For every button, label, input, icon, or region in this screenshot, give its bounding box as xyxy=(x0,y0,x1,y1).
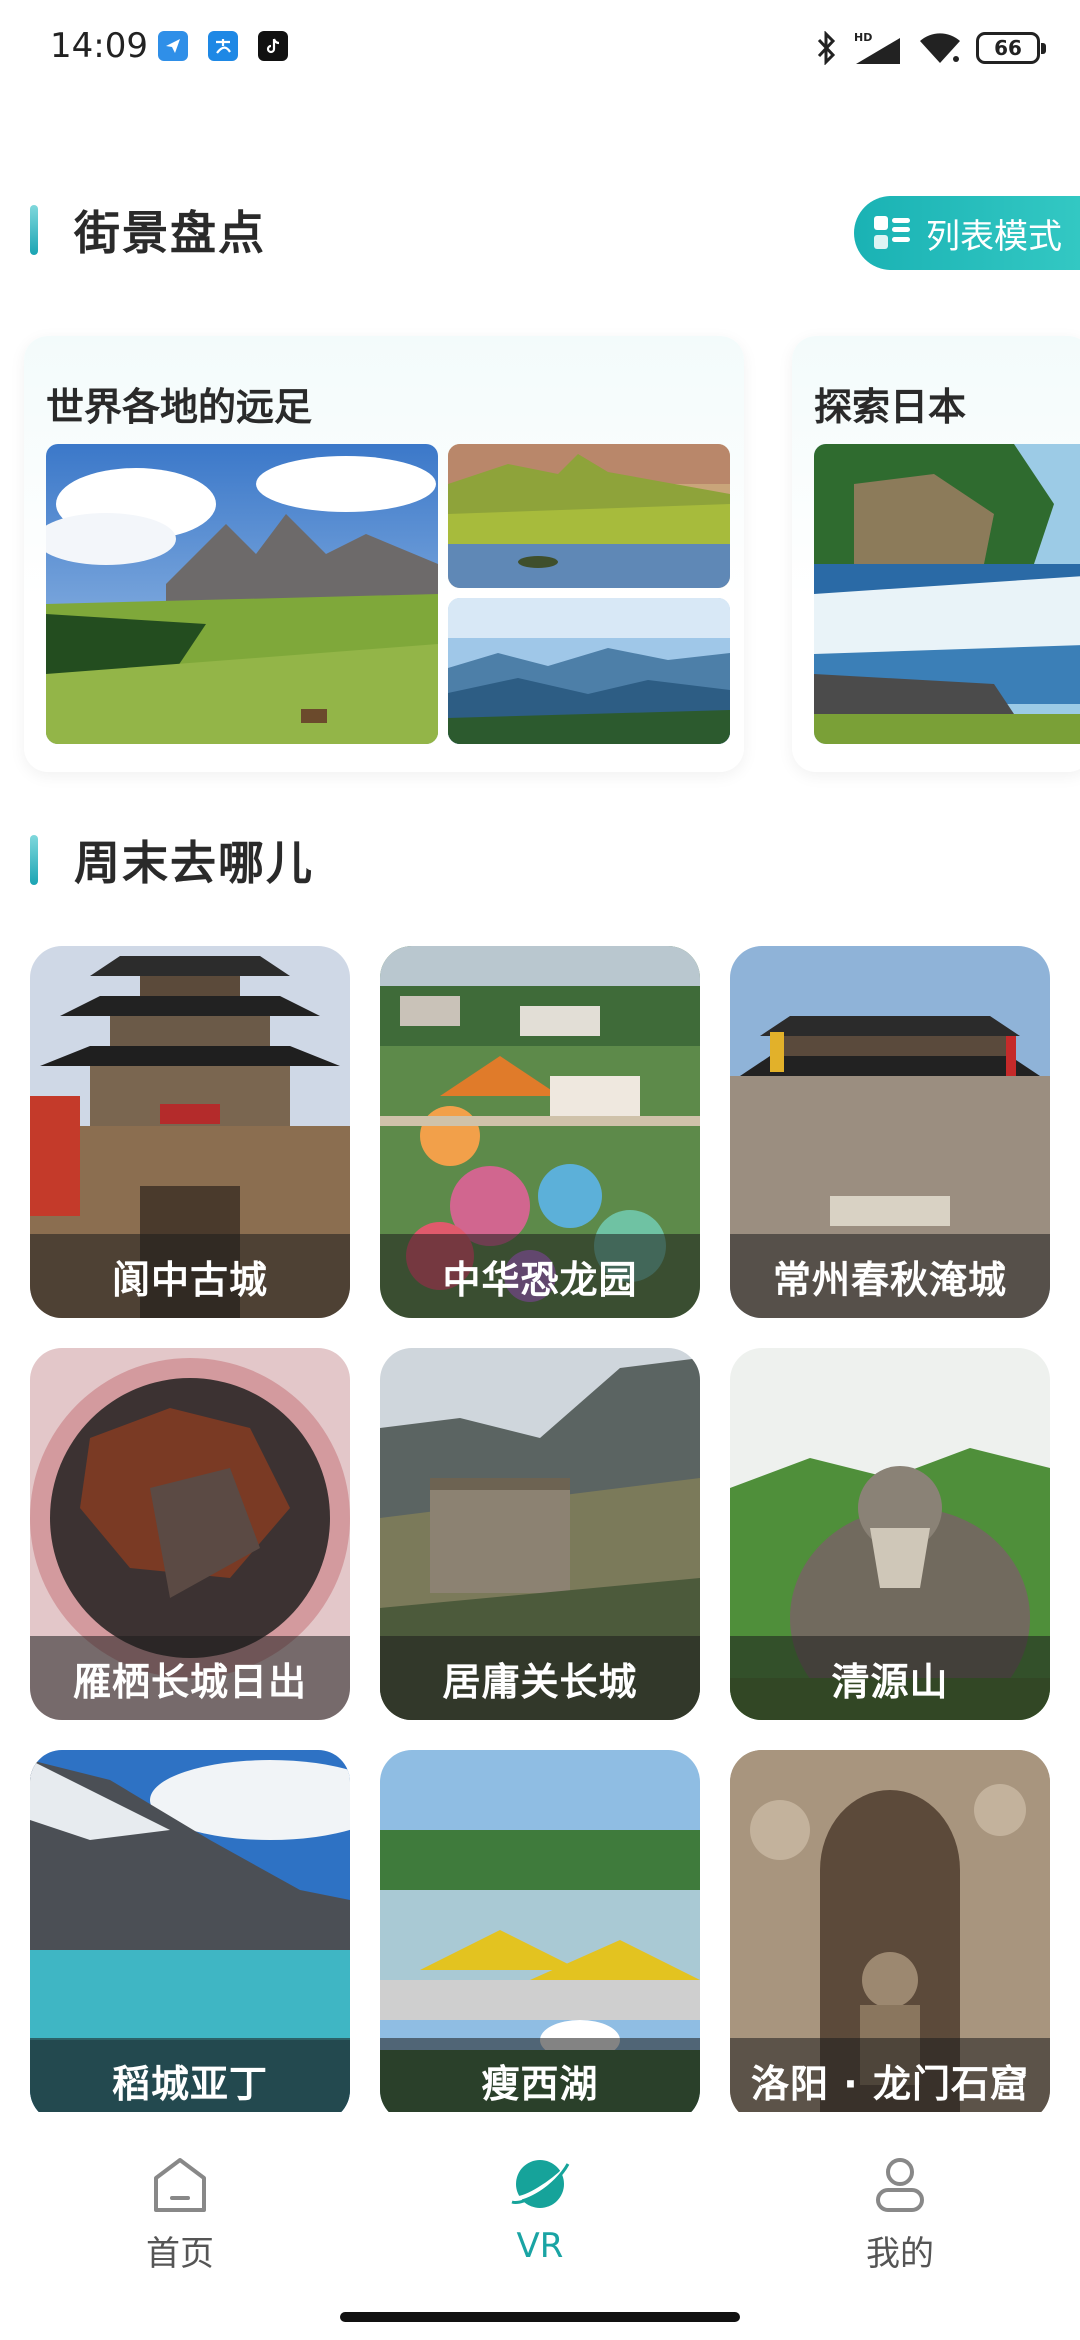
nav-label-home: 首页 xyxy=(146,2234,214,2274)
list-mode-label: 列表模式 xyxy=(926,216,1062,257)
poi-name: 中华恐龙园 xyxy=(442,1257,638,1302)
list-icon xyxy=(874,216,910,249)
poi-card[interactable]: 居庸关长城 xyxy=(380,1348,700,1720)
poi-name: 稻城亚丁 xyxy=(111,2061,268,2106)
poi-card[interactable]: 瘦西湖 xyxy=(380,1750,700,2122)
street-view-header: 街景盘点 xyxy=(30,200,266,260)
svg-text:HD: HD xyxy=(854,31,872,44)
poi-card[interactable]: 稻城亚丁 xyxy=(30,1750,350,2122)
photo-alpine-meadow xyxy=(46,444,438,744)
collection-card-world-hikes[interactable]: 世界各地的远足 xyxy=(24,336,744,772)
nav-home[interactable]: 首页 xyxy=(90,2152,270,2275)
home-icon xyxy=(154,2158,206,2212)
system-icons: HD 66 xyxy=(814,28,1046,68)
nav-vr[interactable]: VR xyxy=(450,2152,630,2266)
home-indicator[interactable] xyxy=(340,2312,740,2322)
wifi-icon xyxy=(920,33,960,63)
photo-mountain-range xyxy=(448,598,730,744)
nav-label-vr: VR xyxy=(516,2226,564,2266)
collection-card-explore-japan[interactable]: 探索日本 xyxy=(792,336,1080,772)
notification-app-icon xyxy=(158,31,188,61)
battery-icon: 66 xyxy=(976,32,1046,64)
poi-card[interactable]: 阆中古城 xyxy=(30,946,350,1318)
nav-label-profile: 我的 xyxy=(866,2234,934,2274)
section-accent-bar xyxy=(30,205,38,255)
list-mode-button[interactable]: 列表模式 xyxy=(854,196,1080,270)
section-accent-bar xyxy=(30,835,38,885)
profile-icon xyxy=(876,2158,924,2212)
battery-level: 66 xyxy=(994,36,1022,60)
alipay-icon xyxy=(208,31,238,61)
poi-name: 阆中古城 xyxy=(111,1257,268,1302)
poi-card[interactable]: 清源山 xyxy=(730,1348,1050,1720)
photo-highland-lake xyxy=(448,444,730,588)
poi-card[interactable]: 洛阳 · 龙门石窟 xyxy=(730,1750,1050,2122)
signal-icon: HD xyxy=(854,31,900,64)
collection-title: 探索日本 xyxy=(814,385,967,429)
status-time: 14:09 xyxy=(50,26,148,66)
weekend-header: 周末去哪儿 xyxy=(30,830,314,890)
section-title-weekend: 周末去哪儿 xyxy=(74,836,314,890)
collection-title: 世界各地的远足 xyxy=(46,385,313,429)
section-title-street-view: 街景盘点 xyxy=(74,206,266,260)
status-bar: 14:09 HD 66 xyxy=(0,0,1080,96)
poi-card[interactable]: 中华恐龙园 xyxy=(380,946,700,1318)
poi-name: 雁栖长城日出 xyxy=(72,1659,307,1704)
nav-profile[interactable]: 我的 xyxy=(810,2152,990,2275)
poi-card[interactable]: 雁栖长城日出 xyxy=(30,1348,350,1720)
poi-name: 常州春秋淹城 xyxy=(772,1257,1007,1302)
bottom-navigation: 首页 VR 我的 xyxy=(0,2112,1080,2340)
tiktok-icon xyxy=(258,31,288,61)
poi-card[interactable]: 常州春秋淹城 xyxy=(730,946,1050,1318)
poi-name: 居庸关长城 xyxy=(442,1659,638,1704)
poi-name: 瘦西湖 xyxy=(481,2061,599,2106)
bluetooth-icon xyxy=(817,31,836,65)
poi-name: 洛阳 · 龙门石窟 xyxy=(751,2061,1029,2106)
photo-japan-coast xyxy=(814,444,1080,744)
poi-name: 清源山 xyxy=(831,1659,949,1704)
planet-icon xyxy=(511,2160,570,2208)
